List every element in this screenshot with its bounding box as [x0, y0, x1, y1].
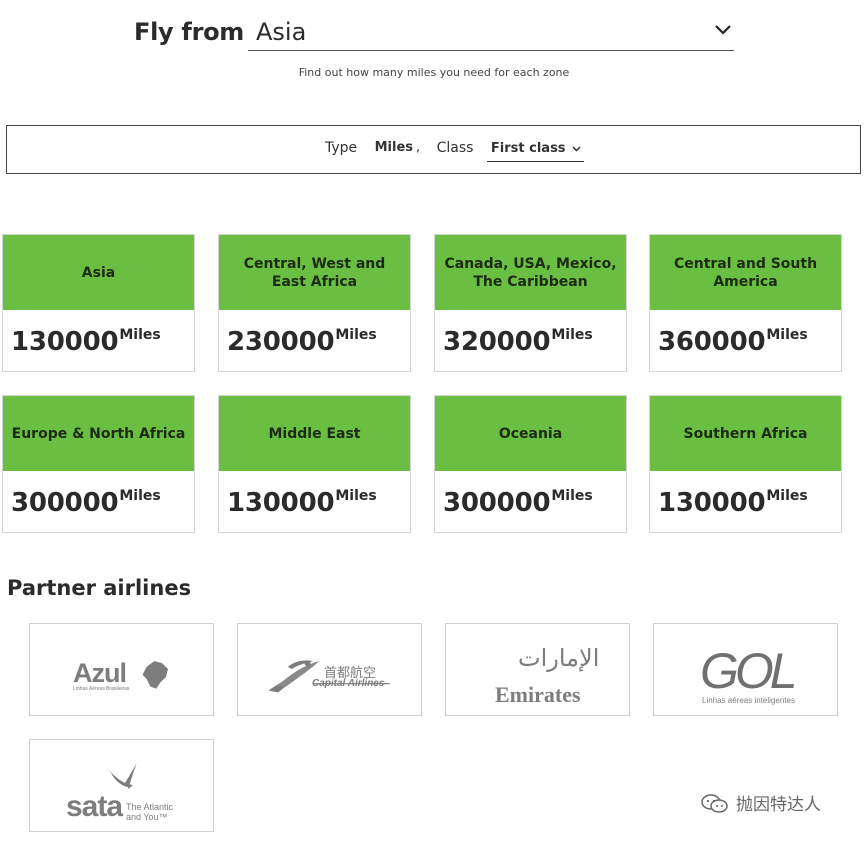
partner-card-emirates[interactable]: الإمارات Emirates	[445, 623, 630, 716]
zone-miles-unit: Miles	[119, 327, 161, 343]
zone-name: Canada, USA, Mexico, The Caribbean	[444, 255, 617, 290]
zone-miles: 300000Miles	[11, 488, 161, 518]
page-subtitle: Find out how many miles you need for eac…	[298, 66, 570, 79]
brazil-map-icon	[142, 661, 168, 689]
sata-tagline-2: and You™	[126, 812, 168, 822]
zone-miles-value: 130000	[11, 327, 119, 357]
sata-tagline-1: The Atlantic	[126, 802, 174, 812]
zone-header: Central, West and East Africa	[219, 235, 410, 310]
zone-header: Southern Africa	[650, 396, 841, 471]
chevron-down-icon	[715, 25, 731, 35]
zone-header: Asia	[3, 235, 194, 310]
zone-card-central-west-east-africa[interactable]: Central, West and East Africa 230000Mile…	[218, 234, 411, 372]
zone-miles-unit: Miles	[551, 327, 593, 343]
type-value-text: Miles	[374, 140, 414, 155]
class-select[interactable]: First class	[486, 139, 584, 162]
zone-name: Middle East	[268, 425, 361, 442]
zone-miles-value: 300000	[11, 488, 119, 518]
type-label: Type	[325, 140, 358, 156]
emirates-wordmark: Emirates	[495, 682, 581, 707]
zone-miles-value: 320000	[443, 327, 551, 357]
zone-miles-value: 360000	[658, 327, 766, 357]
wechat-icon	[701, 794, 728, 813]
zone-miles: 230000Miles	[227, 327, 377, 357]
region-select-value: Asia	[256, 18, 307, 46]
partner-card-azul[interactable]: Azul Linhas Aéreas Brasileiras	[29, 623, 214, 716]
zone-header: Middle East	[219, 396, 410, 471]
zone-miles: 320000Miles	[443, 327, 593, 357]
fly-from-row: Fly from Asia	[134, 14, 734, 52]
zone-header: Oceania	[435, 396, 626, 471]
zone-miles-value: 130000	[658, 488, 766, 518]
zone-header: Canada, USA, Mexico, The Caribbean	[435, 235, 626, 310]
capital-airlines-wordmark: Capital Airlines	[312, 678, 385, 689]
emirates-arabic-wordmark: الإمارات	[518, 644, 600, 672]
zone-miles-unit: Miles	[335, 488, 377, 504]
zone-miles-unit: Miles	[551, 488, 593, 504]
zone-header: Central and South America	[650, 235, 841, 310]
filter-bar: Type Miles, Class First class	[6, 125, 861, 174]
zone-miles-value: 230000	[227, 327, 335, 357]
zone-miles: 300000Miles	[443, 488, 593, 518]
zone-card-central-south-america[interactable]: Central and South America 360000Miles	[649, 234, 842, 372]
filter-controls: Type Miles, Class First class	[325, 139, 584, 163]
partner-card-sata[interactable]: sata The Atlantic and You™	[29, 739, 214, 832]
zone-card-southern-africa[interactable]: Southern Africa 130000Miles	[649, 395, 842, 533]
watermark-text: 抛因特达人	[736, 795, 821, 815]
zone-miles: 360000Miles	[658, 327, 808, 357]
zone-miles-unit: Miles	[766, 488, 808, 504]
zone-name: Central, West and East Africa	[243, 255, 386, 290]
class-select-value: First class	[490, 141, 566, 156]
zone-card-oceania[interactable]: Oceania 300000Miles	[434, 395, 627, 533]
zone-card-middle-east[interactable]: Middle East 130000Miles	[218, 395, 411, 533]
zone-miles: 130000Miles	[658, 488, 808, 518]
zone-card-north-america-caribbean[interactable]: Canada, USA, Mexico, The Caribbean 32000…	[434, 234, 627, 372]
partner-card-gol[interactable]: GOL Linhas aéreas inteligentes	[653, 623, 838, 716]
zone-card-europe-north-africa[interactable]: Europe & North Africa 300000Miles	[2, 395, 195, 533]
zone-name: Central and South America	[673, 255, 818, 290]
partner-card-capital-airlines[interactable]: 首都航空 Capital Airlines	[237, 623, 422, 716]
zone-name: Southern Africa	[683, 425, 808, 442]
zone-miles-unit: Miles	[119, 488, 161, 504]
zone-miles: 130000Miles	[11, 327, 161, 357]
region-select[interactable]: Asia	[248, 14, 734, 51]
type-value[interactable]: Miles,	[375, 139, 421, 157]
zone-header: Europe & North Africa	[3, 396, 194, 471]
zone-miles-unit: Miles	[335, 327, 377, 343]
fly-from-label: Fly from	[134, 18, 244, 46]
sata-wordmark: sata	[66, 790, 123, 823]
zone-card-asia[interactable]: Asia 130000Miles	[2, 234, 195, 372]
zone-miles-unit: Miles	[766, 327, 808, 343]
zone-name: Oceania	[498, 425, 563, 442]
separator: ,	[416, 140, 421, 155]
class-label: Class	[436, 140, 474, 156]
zone-name: Europe & North Africa	[11, 425, 186, 442]
zone-miles-value: 130000	[227, 488, 335, 518]
partners-title: Partner airlines	[7, 576, 192, 600]
zone-name: Asia	[81, 264, 116, 281]
gol-tagline: Linhas aéreas inteligentes	[702, 696, 795, 705]
gol-wordmark: GOL	[700, 643, 798, 699]
zone-miles-value: 300000	[443, 488, 551, 518]
zone-miles: 130000Miles	[227, 488, 377, 518]
chevron-down-icon	[572, 146, 581, 152]
